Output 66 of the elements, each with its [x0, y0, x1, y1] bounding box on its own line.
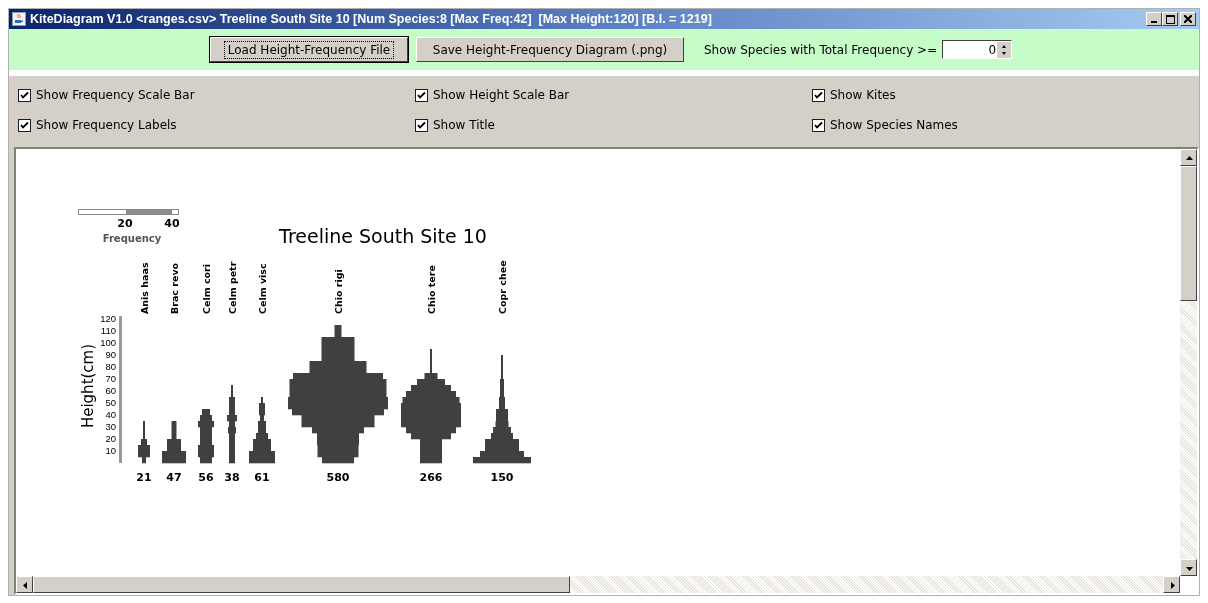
option-label: Show Species Names	[830, 118, 958, 132]
axis-tick-label: 120	[100, 313, 116, 324]
axis-tick-label: 110	[100, 325, 116, 336]
checkbox[interactable]	[812, 88, 825, 102]
scroll-up-button[interactable]	[1180, 149, 1197, 166]
species-name: Chio tere	[426, 265, 437, 314]
species-name: Celm cori	[201, 264, 212, 314]
axis-title: Height(cm)	[79, 343, 97, 429]
diagram-title: Treeline South Site 10	[279, 225, 487, 247]
axis-tick-label: 90	[105, 349, 116, 360]
species-name: Brac revo	[169, 262, 180, 314]
frequency-total: 61	[254, 471, 270, 484]
maximize-icon	[1165, 14, 1175, 24]
window-title: KiteDiagram V1.0 <ranges.csv> Treeline South Site 10 [Num Species:8 [Max Freq:42] [Max Height:120] [B.I. = 1219]	[30, 12, 713, 26]
scroll-right-button[interactable]	[1163, 576, 1180, 593]
kite-shape	[162, 421, 186, 464]
axis-tick-label: 10	[105, 445, 116, 456]
option-label: Show Title	[433, 118, 495, 132]
option-label: Show Kites	[830, 88, 896, 102]
frequency-total: 580	[326, 471, 350, 484]
frequency-total: 47	[166, 471, 182, 484]
maximize-button[interactable]	[1162, 12, 1178, 26]
close-button[interactable]	[1180, 12, 1196, 26]
axis-tick-label: 80	[105, 361, 116, 372]
option-label: Show Frequency Scale Bar	[36, 88, 195, 102]
species-name: Copr chee	[497, 260, 508, 314]
horizontal-scrollbar[interactable]	[16, 576, 1180, 593]
frequency-total: 266	[419, 471, 443, 484]
checkbox[interactable]	[415, 88, 428, 102]
species-name: Chio rigi	[333, 269, 344, 314]
save-diagram-button[interactable]: Save Height-Frequency Diagram (.png)	[416, 37, 684, 62]
checkbox[interactable]	[415, 118, 428, 132]
frequency-total: 56	[198, 471, 214, 484]
kite-shape	[198, 409, 214, 464]
species-name: Celm visc	[257, 263, 268, 314]
species-name: Anis haas	[139, 262, 150, 314]
checkbox[interactable]	[812, 118, 825, 132]
axis-tick-label: 100	[100, 337, 116, 348]
frequency-filter-label: Show Species with Total Frequency >=	[704, 42, 938, 57]
axis-tick-label: 50	[105, 397, 116, 408]
axis-tick-label: 30	[105, 421, 116, 432]
frequency-total: 150	[490, 471, 514, 484]
coffee-cup-icon	[12, 12, 26, 26]
frequency-total: 21	[136, 471, 152, 484]
frequency-spinner[interactable]: 0	[942, 40, 1013, 59]
load-file-button[interactable]: Load Height-Frequency File	[210, 37, 408, 62]
species-name: Celm petr	[227, 261, 238, 314]
axis-tick-label: 40	[105, 409, 116, 420]
axis-tick-label: 20	[105, 433, 116, 444]
axis-tick-label: 70	[105, 373, 116, 384]
axis-tick-label: 60	[105, 385, 116, 396]
vertical-scrollbar[interactable]	[1180, 149, 1197, 576]
kite-shape	[249, 397, 275, 464]
scroll-left-button[interactable]	[16, 576, 33, 593]
checkbox[interactable]	[18, 88, 31, 102]
option-label: Show Frequency Labels	[36, 118, 177, 132]
frequency-total: 38	[224, 471, 240, 484]
scale-tick-label: 20	[117, 217, 133, 230]
checkbox[interactable]	[18, 118, 31, 132]
close-icon	[1184, 15, 1192, 23]
scale-tick-label: 40	[164, 217, 180, 230]
scale-bar-label: Frequency	[102, 233, 162, 244]
minimize-button[interactable]	[1146, 12, 1162, 26]
kite-shape	[138, 421, 150, 464]
option-label: Show Height Scale Bar	[433, 88, 570, 102]
scroll-down-button[interactable]	[1180, 559, 1197, 576]
